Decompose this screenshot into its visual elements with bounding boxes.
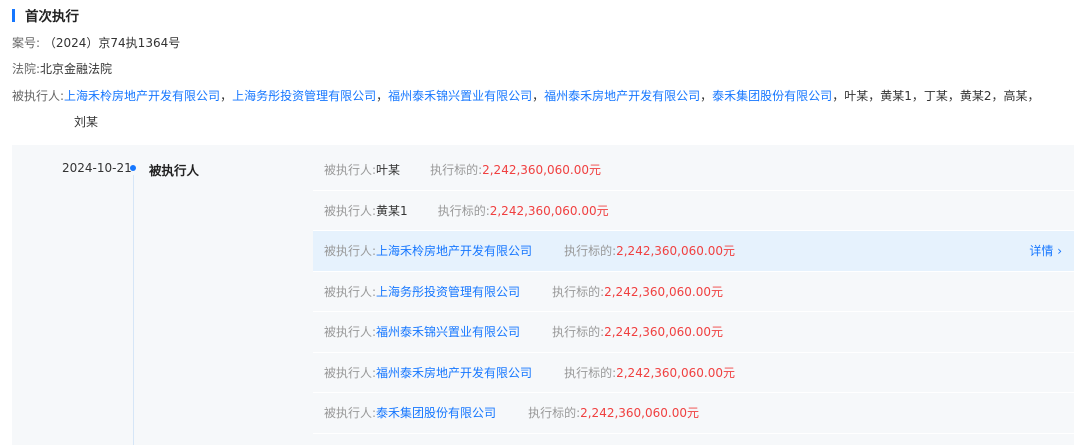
executed-name[interactable]: 福州泰禾房地产开发有限公司 (376, 364, 532, 381)
executed-link[interactable]: 泰禾集团股份有限公司 (712, 89, 832, 103)
executed-label: 被执行人: (324, 406, 377, 421)
timeline-rows: 被执行人: 叶某 执行标的: 2,242,360,060.00元 被执行人: 黄某1 执行标… (313, 150, 1074, 434)
timeline-line (133, 175, 134, 445)
section-title: 首次执行 (12, 6, 79, 25)
title-accent-bar (12, 8, 15, 22)
executed-label: 被执行人: (324, 284, 377, 299)
executed-label: 被执行人: (324, 244, 377, 259)
table-row[interactable]: 被执行人: 福州泰禾锦兴置业有限公司 执行标的: 2,242,360,060.00元 (313, 312, 1074, 353)
executed-link[interactable]: 福州泰禾锦兴置业有限公司 (388, 89, 532, 103)
timeline-dot-icon (130, 165, 136, 171)
amount-value: 2,242,360,060.00元 (616, 244, 735, 259)
executed-names: 叶某，黄某1，丁某，黄某2，高某， (844, 89, 1040, 103)
amount-value: 2,242,360,060.00元 (482, 163, 601, 178)
amount-label: 执行标的: (437, 203, 490, 218)
amount-value: 2,242,360,060.00元 (604, 325, 723, 340)
amount-label: 执行标的: (430, 163, 483, 178)
amount-label: 执行标的: (564, 244, 617, 259)
executed-label: 被执行人: (324, 325, 377, 340)
table-row[interactable]: 被执行人: 泰禾集团股份有限公司 执行标的: 2,242,360,060.00元 (313, 393, 1074, 434)
executed-name[interactable]: 上海禾柃房地产开发有限公司 (376, 242, 532, 259)
executed-link[interactable]: 上海务彤投资管理有限公司 (232, 89, 376, 103)
executed-name[interactable]: 上海务彤投资管理有限公司 (376, 283, 520, 300)
amount-label: 执行标的: (528, 406, 581, 421)
timeline-kind: 被执行人 (149, 163, 200, 178)
amount-label: 执行标的: (564, 365, 617, 380)
executed-label: 被执行人: (324, 163, 377, 178)
executed-name[interactable]: 泰禾集团股份有限公司 (376, 404, 496, 421)
executed-link[interactable]: 福州泰禾房地产开发有限公司 (544, 89, 700, 103)
executed-name: 黄某1 (376, 203, 408, 218)
timeline-date: 2024-10-21 (62, 161, 132, 175)
table-row[interactable]: 被执行人: 黄某1 执行标的: 2,242,360,060.00元 (313, 191, 1074, 231)
executed-names-cont: 刘某 (74, 115, 99, 129)
court-line: 法院:北京金融法院 (12, 60, 112, 78)
case-number-value: （2024）京74执1364号 (43, 36, 181, 50)
table-row[interactable]: 被执行人: 上海禾柃房地产开发有限公司 执行标的: 2,242,360,060.00元… (313, 231, 1074, 272)
case-number-line: 案号: （2024）京74执1364号 (12, 34, 180, 52)
table-row[interactable]: 被执行人: 福州泰禾房地产开发有限公司 执行标的: 2,242,360,060.00元 (313, 353, 1074, 393)
executed-persons-line: 被执行人:上海禾柃房地产开发有限公司，上海务彤投资管理有限公司，福州泰禾锦兴置业… (12, 89, 1040, 103)
table-row[interactable]: 被执行人: 叶某 执行标的: 2,242,360,060.00元 (313, 150, 1074, 191)
timeline-panel: 2024-10-21 被执行人 被执行人: 叶某 执行标的: 2,242,360,06… (12, 145, 1074, 445)
court-value: 北京金融法院 (40, 62, 113, 76)
court-label: 法院: (12, 62, 41, 76)
case-number-label: 案号: (12, 36, 41, 50)
amount-value: 2,242,360,060.00元 (604, 284, 723, 299)
table-row[interactable]: 被执行人: 上海务彤投资管理有限公司 执行标的: 2,242,360,060.00元 (313, 272, 1074, 312)
executed-label: 被执行人: (12, 89, 65, 103)
amount-value: 2,242,360,060.00元 (580, 406, 699, 421)
section-title-text: 首次执行 (25, 9, 79, 25)
amount-label: 执行标的: (552, 325, 605, 340)
detail-link[interactable]: 详情 › (1029, 242, 1062, 259)
executed-label: 被执行人: (324, 365, 377, 380)
executed-name[interactable]: 福州泰禾锦兴置业有限公司 (376, 323, 520, 340)
executed-link[interactable]: 上海禾柃房地产开发有限公司 (64, 89, 220, 103)
executed-name: 叶某 (376, 163, 401, 178)
amount-value: 2,242,360,060.00元 (489, 203, 609, 218)
executed-label: 被执行人: (324, 203, 377, 218)
amount-value: 2,242,360,060.00元 (616, 365, 735, 380)
amount-label: 执行标的: (552, 284, 605, 299)
